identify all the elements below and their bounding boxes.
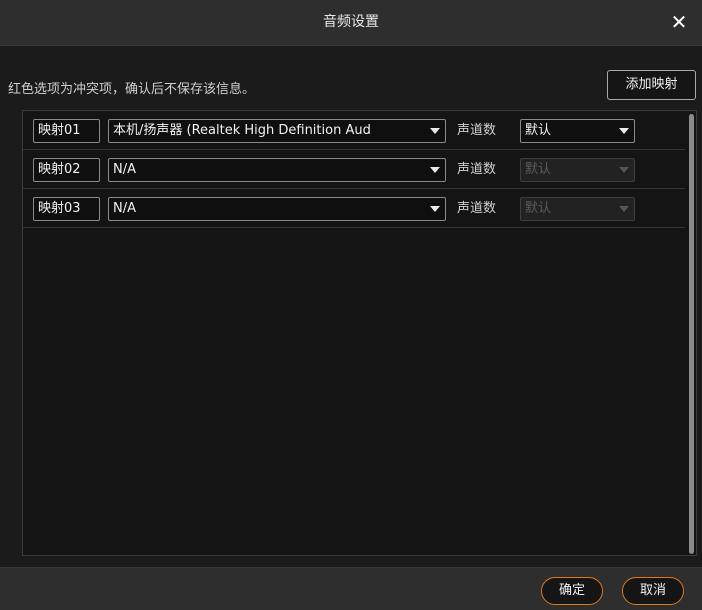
device-select-value: N/A <box>113 201 136 216</box>
device-select[interactable]: 本机/扬声器 (Realtek High Definition Aud <box>108 119 446 143</box>
channel-select-value: 默认 <box>525 162 552 177</box>
chevron-down-icon <box>619 206 629 212</box>
cancel-button[interactable]: 取消 <box>622 577 684 605</box>
channel-count-label: 声道数 <box>457 162 497 177</box>
chevron-down-icon <box>430 128 440 134</box>
conflict-hint-text: 红色选项为冲突项，确认后不保存该信息。 <box>8 82 256 97</box>
channel-select-value: 默认 <box>525 201 552 216</box>
channel-count-select: 默认 <box>520 197 635 221</box>
channel-count-select[interactable]: 默认 <box>520 119 635 143</box>
mapping-row-03: 映射03 N/A 声道数 默认 <box>23 189 685 228</box>
channel-count-label: 声道数 <box>457 123 497 138</box>
confirm-button[interactable]: 确定 <box>541 577 603 605</box>
channel-select-value: 默认 <box>525 123 552 138</box>
vertical-scrollbar[interactable] <box>689 114 694 554</box>
dialog-footer: 确定 取消 <box>0 567 702 610</box>
mapping-list: 映射01 本机/扬声器 (Realtek High Definition Aud… <box>22 110 697 556</box>
device-select-value: 本机/扬声器 (Realtek High Definition Aud <box>113 123 371 138</box>
mapping-row-01: 映射01 本机/扬声器 (Realtek High Definition Aud… <box>23 111 685 150</box>
chevron-down-icon <box>619 167 629 173</box>
chevron-down-icon <box>430 167 440 173</box>
mapping-row-02: 映射02 N/A 声道数 默认 <box>23 150 685 189</box>
channel-count-label: 声道数 <box>457 201 497 216</box>
close-icon[interactable]: ✕ <box>670 12 688 32</box>
mapping-label: 映射03 <box>33 197 100 221</box>
title-bar: 音频设置 ✕ <box>0 0 702 46</box>
chevron-down-icon <box>430 206 440 212</box>
mapping-label: 映射01 <box>33 119 100 143</box>
device-select[interactable]: N/A <box>108 197 446 221</box>
device-select[interactable]: N/A <box>108 158 446 182</box>
chevron-down-icon <box>619 128 629 134</box>
device-select-value: N/A <box>113 162 136 177</box>
dialog-title: 音频设置 <box>323 14 379 30</box>
mapping-label: 映射02 <box>33 158 100 182</box>
channel-count-select: 默认 <box>520 158 635 182</box>
add-mapping-button[interactable]: 添加映射 <box>607 70 696 100</box>
